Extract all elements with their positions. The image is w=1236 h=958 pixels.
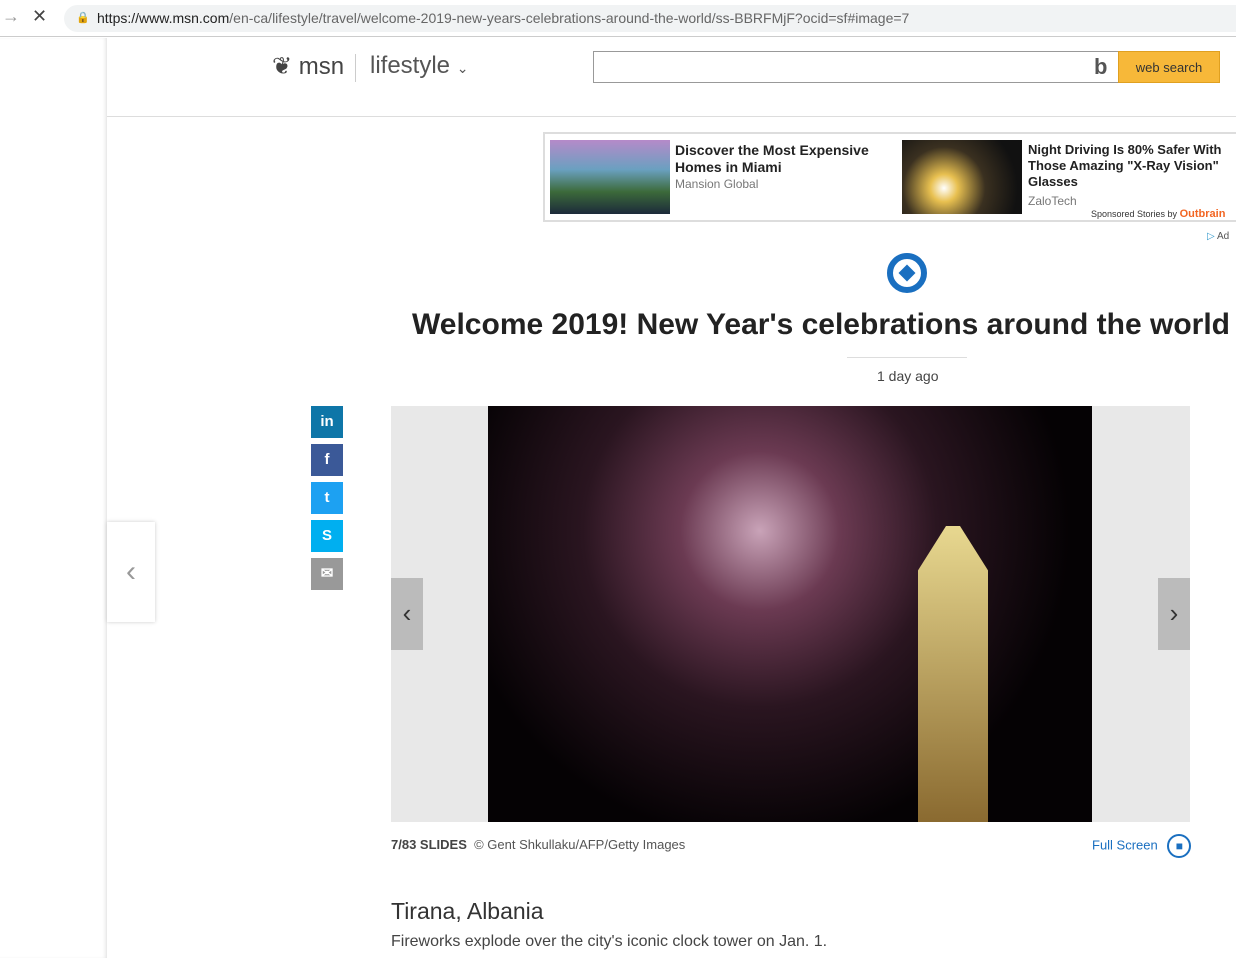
section-label: lifestyle bbox=[370, 52, 451, 79]
photo-credit: © Gent Shkullaku/AFP/Getty Images bbox=[474, 837, 686, 852]
ad-source: ZaloTech bbox=[1028, 194, 1077, 208]
next-slide-button[interactable]: › bbox=[1158, 578, 1190, 650]
publisher-logo-icon bbox=[887, 253, 927, 293]
butterfly-icon: ❦ bbox=[272, 53, 293, 80]
bing-icon: b bbox=[1094, 54, 1108, 79]
divider bbox=[847, 357, 967, 358]
slide-caption: Fireworks explode over the city's iconic… bbox=[391, 933, 828, 950]
facebook-icon: f bbox=[324, 451, 330, 468]
adchoices-icon: ▷ bbox=[1207, 231, 1215, 242]
skype-share-button[interactable]: S bbox=[311, 520, 343, 552]
msn-logo[interactable]: ❦ msn bbox=[272, 52, 344, 81]
address-bar[interactable]: 🔒 https://www.msn.com/en-ca/lifestyle/tr… bbox=[64, 5, 1236, 32]
article-title: Welcome 2019! New Year's celebrations ar… bbox=[412, 308, 1230, 341]
outbrain-logo[interactable]: Outbrain bbox=[1180, 208, 1226, 220]
email-icon: ✉ bbox=[320, 565, 334, 582]
prev-article-button[interactable]: ‹ bbox=[107, 522, 155, 622]
fullscreen-label: Full Screen bbox=[1092, 837, 1158, 853]
forward-icon[interactable]: → bbox=[2, 6, 20, 27]
email-share-button[interactable]: ✉ bbox=[311, 558, 343, 590]
ad-source: Mansion Global bbox=[675, 177, 759, 191]
slide-counter: 7/83 SLIDES bbox=[391, 837, 467, 852]
prev-slide-button[interactable]: ‹ bbox=[391, 578, 423, 650]
adchoices-label: Ad bbox=[1216, 231, 1230, 242]
url-host: https://www.msn.com bbox=[97, 10, 230, 26]
ad-image[interactable] bbox=[902, 140, 1022, 214]
sponsored-stories: Discover the Most Expensive Homes in Mia… bbox=[543, 132, 1236, 222]
chevron-down-icon: ⌄ bbox=[456, 60, 469, 76]
section-menu[interactable]: lifestyle ⌄ bbox=[370, 52, 468, 80]
sponsored-label: Sponsored Stories by bbox=[1091, 209, 1178, 219]
divider bbox=[355, 54, 356, 82]
clock-tower bbox=[918, 526, 988, 822]
search-input[interactable] bbox=[593, 51, 1120, 83]
slide-title: Tirana, Albania bbox=[391, 898, 544, 924]
slide-photo bbox=[488, 406, 1092, 822]
fullscreen-icon: ■ bbox=[1167, 834, 1192, 858]
skype-icon: S bbox=[321, 527, 332, 544]
web-search-button[interactable]: web search bbox=[1118, 51, 1220, 83]
facebook-share-button[interactable]: f bbox=[311, 444, 343, 476]
twitter-share-button[interactable]: t bbox=[311, 482, 343, 514]
ad-title[interactable]: Discover the Most Expensive Homes in Mia… bbox=[675, 142, 885, 176]
timestamp: 1 day ago bbox=[877, 368, 939, 384]
ad-title[interactable]: Night Driving Is 80% Safer With Those Am… bbox=[1028, 142, 1233, 190]
url-path: /en-ca/lifestyle/travel/welcome-2019-new… bbox=[229, 10, 910, 26]
lock-icon: 🔒 bbox=[76, 12, 90, 24]
twitter-icon: t bbox=[324, 489, 330, 506]
ad-image[interactable] bbox=[550, 140, 670, 214]
adchoices[interactable]: ▷ Ad bbox=[1207, 231, 1229, 242]
linkedin-icon: in bbox=[320, 413, 334, 430]
logo-text: msn bbox=[298, 53, 345, 80]
stop-icon[interactable]: ✕ bbox=[32, 6, 47, 27]
linkedin-share-button[interactable]: in bbox=[311, 406, 343, 438]
left-gutter bbox=[0, 38, 107, 958]
browser-toolbar: → ✕ 🔒 https://www.msn.com/en-ca/lifestyl… bbox=[0, 0, 1236, 37]
fullscreen-button[interactable]: Full Screen ■ bbox=[1092, 834, 1192, 858]
